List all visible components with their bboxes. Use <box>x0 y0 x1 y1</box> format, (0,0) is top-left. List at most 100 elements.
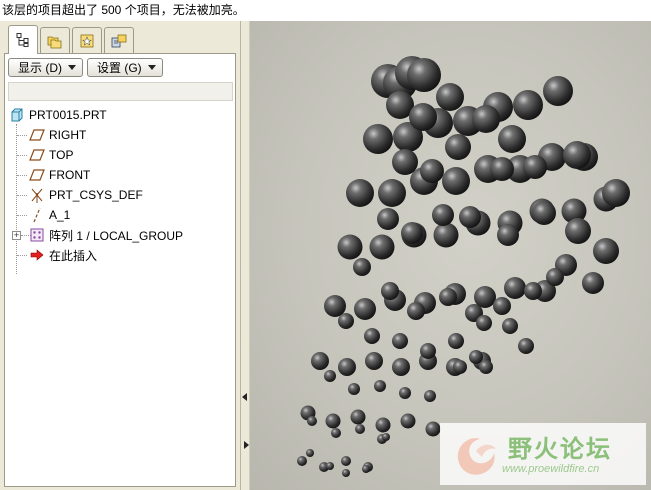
sphere-feature[interactable] <box>324 370 336 382</box>
sphere-feature[interactable] <box>400 413 416 429</box>
collapse-left-icon[interactable] <box>242 393 247 401</box>
sphere-feature[interactable] <box>364 328 380 344</box>
graphics-viewport[interactable] <box>250 21 651 490</box>
sphere-pattern-model <box>297 56 630 477</box>
sphere-feature[interactable] <box>363 124 393 154</box>
tree-item-right[interactable]: RIGHT <box>29 126 86 144</box>
sphere-feature[interactable] <box>407 302 425 320</box>
sphere-feature[interactable] <box>459 206 481 228</box>
sphere-feature[interactable] <box>392 333 408 349</box>
sphere-feature[interactable] <box>445 134 471 160</box>
sphere-feature[interactable] <box>331 428 341 438</box>
sphere-feature[interactable] <box>593 238 619 264</box>
tree-item-pattern[interactable]: 阵列 1 / LOCAL_GROUP <box>29 226 183 244</box>
sphere-feature[interactable] <box>436 83 464 111</box>
connections-tab[interactable] <box>104 27 134 53</box>
sphere-feature[interactable] <box>563 141 591 169</box>
sphere-feature[interactable] <box>346 179 374 207</box>
sphere-feature[interactable] <box>432 204 454 226</box>
sphere-feature[interactable] <box>420 159 444 183</box>
sphere-feature[interactable] <box>350 409 366 425</box>
sphere-feature[interactable] <box>311 352 329 370</box>
sphere-feature[interactable] <box>338 358 356 376</box>
sphere-feature[interactable] <box>338 313 354 329</box>
sphere-feature[interactable] <box>326 462 334 470</box>
sphere-feature[interactable] <box>377 208 399 230</box>
sphere-feature[interactable] <box>479 360 493 374</box>
sphere-feature[interactable] <box>325 413 341 429</box>
sphere-feature[interactable] <box>502 318 518 334</box>
sphere-feature[interactable] <box>425 421 441 437</box>
settings-dropdown[interactable]: 设置 (G) <box>87 58 163 77</box>
sphere-feature[interactable] <box>582 272 604 294</box>
sphere-feature[interactable] <box>532 201 556 225</box>
sphere-feature[interactable] <box>365 352 383 370</box>
sphere-feature[interactable] <box>355 424 365 434</box>
sphere-feature[interactable] <box>378 179 406 207</box>
sphere-feature[interactable] <box>524 282 542 300</box>
sphere-feature[interactable] <box>453 360 467 374</box>
sphere-feature[interactable] <box>382 433 390 441</box>
sphere-feature[interactable] <box>497 224 519 246</box>
sphere-feature[interactable] <box>433 222 459 248</box>
tree-item-insert-here[interactable]: 在此插入 <box>29 246 97 264</box>
sphere-feature[interactable] <box>392 358 410 376</box>
sphere-feature[interactable] <box>490 157 514 181</box>
sphere-feature[interactable] <box>472 105 500 133</box>
sphere-feature[interactable] <box>401 222 423 244</box>
sphere-feature[interactable] <box>342 469 350 477</box>
sphere-feature[interactable] <box>297 456 307 466</box>
tree-item-label: FRONT <box>49 168 91 182</box>
sphere-feature[interactable] <box>407 58 441 92</box>
sphere-feature[interactable] <box>348 383 360 395</box>
sphere-feature[interactable] <box>337 234 363 260</box>
tree-item-csys[interactable]: PRT_CSYS_DEF <box>29 186 143 204</box>
sphere-feature[interactable] <box>476 315 492 331</box>
favorites-tab[interactable] <box>72 27 102 53</box>
sphere-feature[interactable] <box>565 218 591 244</box>
folder-browser-tab[interactable] <box>40 27 70 53</box>
sphere-feature[interactable] <box>513 90 543 120</box>
pattern-icon <box>29 227 45 243</box>
sphere-feature[interactable] <box>399 387 411 399</box>
tree-item-axis[interactable]: A_1 <box>29 206 70 224</box>
sphere-feature[interactable] <box>306 449 314 457</box>
tree-root[interactable]: PRT0015.PRT <box>9 106 107 124</box>
sphere-feature[interactable] <box>409 103 437 131</box>
tree-item-front[interactable]: FRONT <box>29 166 90 184</box>
sphere-feature[interactable] <box>354 298 376 320</box>
display-dropdown[interactable]: 显示 (D) <box>8 58 83 77</box>
sphere-feature[interactable] <box>424 390 436 402</box>
sphere-feature[interactable] <box>392 149 418 175</box>
panel-splitter[interactable] <box>241 21 250 490</box>
sphere-feature[interactable] <box>543 76 573 106</box>
model-tree-tab[interactable] <box>8 25 38 54</box>
sphere-feature[interactable] <box>353 258 371 276</box>
sphere-feature[interactable] <box>362 465 370 473</box>
sphere-feature[interactable] <box>504 277 526 299</box>
sphere-feature[interactable] <box>375 417 391 433</box>
sphere-feature[interactable] <box>381 282 399 300</box>
sphere-feature[interactable] <box>374 380 386 392</box>
sphere-feature[interactable] <box>602 179 630 207</box>
sphere-feature[interactable] <box>341 456 351 466</box>
expand-right-icon[interactable] <box>244 441 249 449</box>
sphere-feature[interactable] <box>498 125 526 153</box>
navigator-panel: 显示 (D) 设置 (G) PRT0015.PRT RIGHT TOP FRON… <box>0 21 241 490</box>
sphere-feature[interactable] <box>469 350 483 364</box>
sphere-feature[interactable] <box>442 167 470 195</box>
sphere-feature[interactable] <box>307 416 317 426</box>
sphere-feature[interactable] <box>420 343 436 359</box>
tree-connector <box>17 195 27 196</box>
sphere-feature[interactable] <box>493 297 511 315</box>
expand-toggle[interactable]: + <box>12 231 21 240</box>
sphere-feature[interactable] <box>439 288 457 306</box>
sphere-feature[interactable] <box>448 333 464 349</box>
sphere-feature[interactable] <box>369 234 395 260</box>
sphere-feature[interactable] <box>546 268 564 286</box>
chevron-down-icon <box>68 65 76 70</box>
sphere-feature[interactable] <box>324 295 346 317</box>
sphere-feature[interactable] <box>518 338 534 354</box>
sphere-feature[interactable] <box>523 155 547 179</box>
tree-item-top[interactable]: TOP <box>29 146 73 164</box>
